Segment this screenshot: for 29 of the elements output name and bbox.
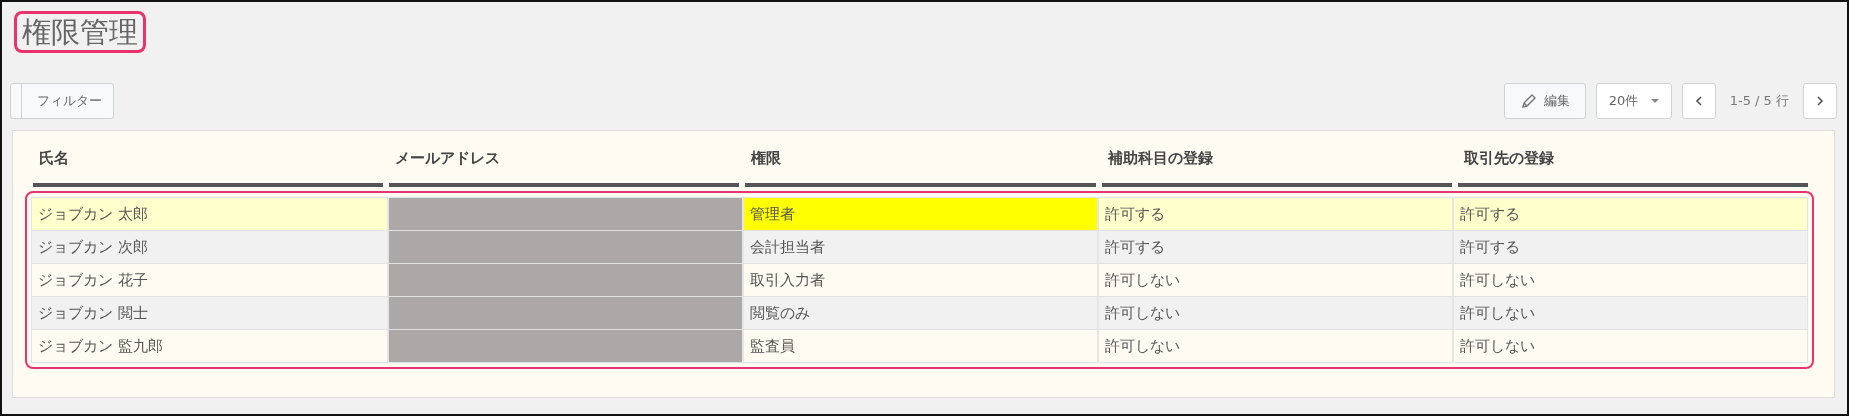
chevron-right-icon <box>1816 95 1824 107</box>
edit-button[interactable]: 編集 <box>1503 83 1586 119</box>
table-row[interactable]: ジョブカン 閲士 閲覧のみ 許可しない 許可しない <box>31 297 1808 330</box>
table-cell-text: ジョブカン 監九郎 <box>37 336 164 357</box>
table-row[interactable]: ジョブカン 次郎 会計担当者 許可する 許可する <box>31 231 1808 264</box>
table-cell: 管理者 <box>742 198 1097 230</box>
table-cell: 許可しない <box>1452 330 1807 362</box>
table-cell-text: ジョブカン 閲士 <box>37 303 149 324</box>
pencil-icon <box>1519 92 1538 110</box>
column-header[interactable]: 取引先の登録 <box>1457 149 1808 187</box>
column-header[interactable]: 補助科目の登録 <box>1101 149 1452 187</box>
page-size-dropdown[interactable]: 20件 <box>1595 83 1672 119</box>
table-row[interactable]: ジョブカン 花子 取引入力者 許可しない 許可しない <box>31 264 1808 297</box>
table-cell-text: ジョブカン 次郎 <box>37 237 149 258</box>
table-cell: 監査員 <box>742 330 1097 362</box>
column-header[interactable]: 氏名 <box>33 149 384 187</box>
table-cell-text: ジョブカン 太郎 <box>37 204 149 225</box>
column-header[interactable]: 権限 <box>745 149 1096 187</box>
table-cell: 許可しない <box>1097 330 1452 362</box>
table-row[interactable]: ジョブカン 太郎 管理者 許可する 許可する <box>31 197 1808 231</box>
column-header[interactable]: メールアドレス <box>389 149 740 187</box>
previous-page-button[interactable] <box>1681 83 1716 119</box>
page-title: 権限管理 <box>14 11 146 53</box>
chevron-left-icon <box>1694 95 1703 107</box>
table-row[interactable]: ジョブカン 監九郎 監査員 許可しない 許可しない <box>31 330 1808 363</box>
table-cell-text: ジョブカン 花子 <box>37 270 149 291</box>
filter-button[interactable]: フィルター <box>10 83 114 119</box>
next-page-button[interactable] <box>1803 83 1837 119</box>
page-info: 1-5 / 5 行 <box>1728 92 1790 110</box>
